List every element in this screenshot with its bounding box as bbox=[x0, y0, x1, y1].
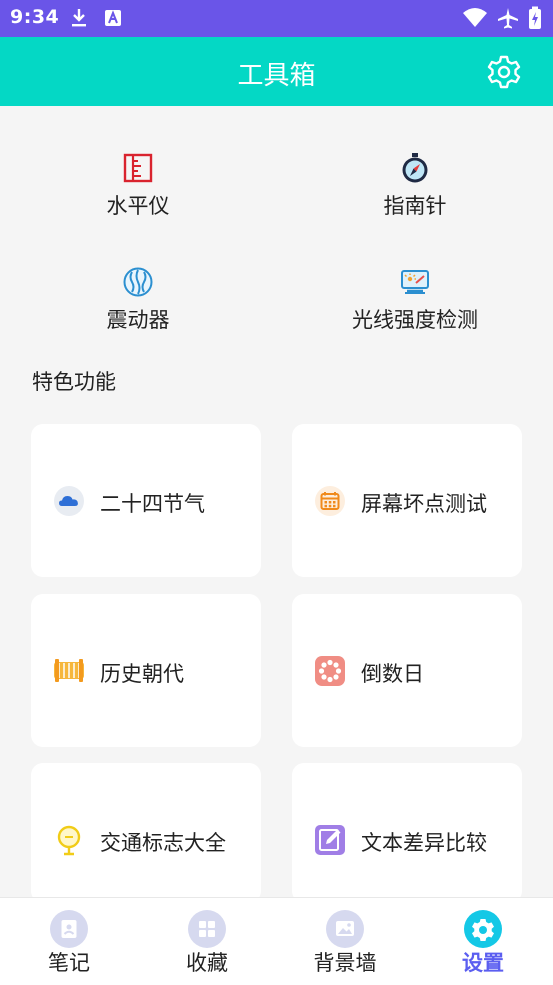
feature-label: 历史朝代 bbox=[100, 662, 184, 686]
nav-label: 设置 bbox=[462, 951, 504, 975]
download-icon bbox=[72, 9, 86, 27]
feature-label: 二十四节气 bbox=[100, 492, 205, 516]
feature-card-traffic-signs[interactable]: 交通标志大全 bbox=[31, 763, 261, 903]
tool-light-meter[interactable]: 光线强度检测 bbox=[315, 266, 515, 336]
tool-vibrator[interactable]: 震动器 bbox=[38, 266, 238, 336]
feature-card-dynasties[interactable]: 历史朝代 bbox=[31, 594, 261, 747]
nav-item-notes[interactable]: 笔记 bbox=[0, 898, 138, 985]
feature-label: 屏幕坏点测试 bbox=[361, 492, 487, 516]
app-bar: 工具箱 bbox=[0, 37, 553, 106]
section-title: 特色功能 bbox=[32, 370, 116, 394]
nav-item-settings[interactable]: 设置 bbox=[414, 898, 552, 985]
feature-card-countdown[interactable]: 倒数日 bbox=[292, 594, 522, 747]
feature-card-solar-terms[interactable]: 二十四节气 bbox=[31, 424, 261, 577]
battery-charging-icon bbox=[529, 6, 541, 29]
feature-label: 倒数日 bbox=[361, 662, 424, 686]
gear-icon bbox=[464, 910, 502, 948]
bamboo-scroll-icon bbox=[54, 659, 84, 682]
tool-label: 指南针 bbox=[383, 194, 447, 218]
tool-label: 光线强度检测 bbox=[352, 308, 478, 332]
compass-icon bbox=[402, 153, 428, 183]
wifi-icon bbox=[463, 8, 487, 27]
gear-icon[interactable] bbox=[486, 54, 522, 90]
nav-label: 背景墙 bbox=[313, 951, 377, 975]
edit-note-icon bbox=[315, 825, 345, 855]
grid-icon bbox=[188, 910, 226, 948]
status-time: 9:34 bbox=[10, 6, 60, 28]
light-meter-icon bbox=[401, 270, 429, 294]
nav-label: 笔记 bbox=[48, 951, 90, 975]
feature-card-text-diff[interactable]: 文本差异比较 bbox=[292, 763, 522, 903]
status-bar: 9:34 bbox=[0, 0, 553, 37]
cloud-icon bbox=[54, 486, 84, 516]
feature-label: 交通标志大全 bbox=[100, 831, 226, 855]
nav-item-wallpapers[interactable]: 背景墙 bbox=[276, 898, 414, 985]
font-app-icon bbox=[105, 10, 121, 26]
bottom-nav: 笔记 收藏 背景墙 设置 bbox=[0, 897, 553, 985]
page-title: 工具箱 bbox=[237, 61, 316, 91]
nav-label: 收藏 bbox=[186, 951, 228, 975]
tool-label: 水平仪 bbox=[106, 194, 170, 218]
note-icon bbox=[50, 910, 88, 948]
tool-label: 震动器 bbox=[106, 308, 170, 332]
calendar-grid-icon bbox=[315, 486, 345, 516]
image-icon bbox=[326, 910, 364, 948]
ruler-icon bbox=[123, 153, 153, 183]
tool-level[interactable]: 水平仪 bbox=[38, 152, 238, 222]
airplane-mode-icon bbox=[498, 8, 518, 29]
tool-compass[interactable]: 指南针 bbox=[315, 152, 515, 222]
traffic-sign-icon bbox=[57, 825, 81, 856]
nav-item-favorites[interactable]: 收藏 bbox=[138, 898, 276, 985]
feature-label: 文本差异比较 bbox=[361, 831, 487, 855]
vibration-icon bbox=[123, 267, 153, 297]
countdown-flower-icon bbox=[315, 656, 345, 686]
feature-card-dead-pixel-test[interactable]: 屏幕坏点测试 bbox=[292, 424, 522, 577]
